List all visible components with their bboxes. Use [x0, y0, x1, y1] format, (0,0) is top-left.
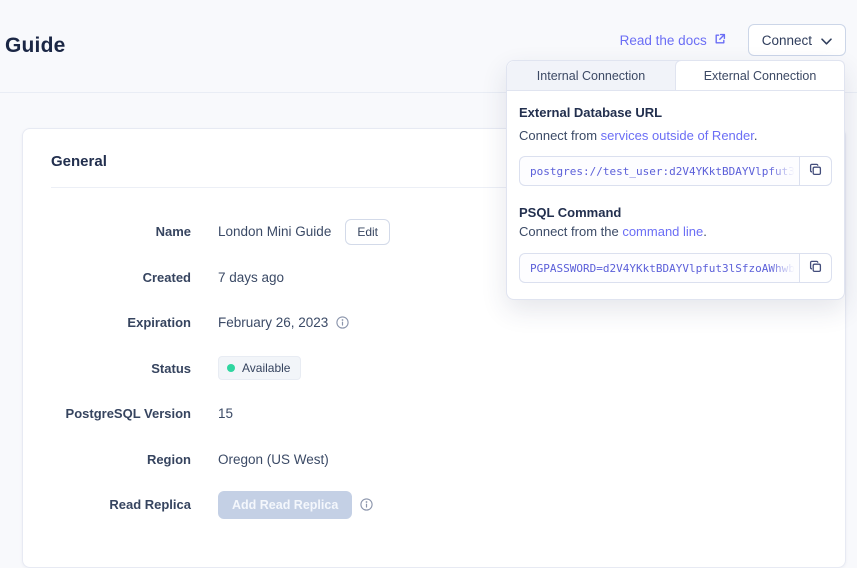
external-database-url-heading: External Database URL — [519, 105, 832, 120]
row-read-replica: Read Replica Add Read Replica — [23, 482, 845, 528]
chevron-down-icon — [821, 33, 832, 48]
tab-external-connection[interactable]: External Connection — [675, 60, 845, 90]
psql-command-input[interactable]: PGPASSWORD=d2V4YKktBDAYVlpfut3lSfzoAWhwb… — [519, 253, 799, 283]
region-label: Region — [51, 452, 191, 467]
read-replica-info-icon[interactable] — [360, 498, 373, 511]
status-badge-label: Available — [242, 361, 290, 375]
page-title: Guide — [5, 34, 66, 58]
psql-command-value: PGPASSWORD=d2V4YKktBDAYVlpfut3lSfzoAWhwb… — [530, 262, 799, 275]
command-line-link[interactable]: command line — [622, 224, 703, 239]
row-postgresql-version: PostgreSQL Version 15 — [23, 391, 845, 437]
add-read-replica-button[interactable]: Add Read Replica — [218, 491, 352, 519]
read-the-docs-link[interactable]: Read the docs — [620, 33, 726, 48]
status-available-dot-icon — [227, 364, 235, 372]
read-replica-label: Read Replica — [51, 497, 191, 512]
psql-desc-prefix: Connect from the — [519, 224, 622, 239]
external-database-url-field: postgres://test_user:d2V4YKktBDAYVlpfut3… — [519, 156, 832, 186]
external-database-url-desc: Connect from services outside of Render. — [519, 128, 832, 143]
services-outside-render-link[interactable]: services outside of Render — [601, 128, 754, 143]
psql-command-section: PSQL Command Connect from the command li… — [519, 205, 832, 283]
header-actions: Read the docs Connect — [620, 24, 846, 56]
external-link-icon — [714, 33, 726, 48]
expiration-info-icon[interactable] — [336, 316, 349, 329]
created-value: 7 days ago — [218, 270, 284, 285]
region-value: Oregon (US West) — [218, 452, 329, 467]
external-database-url-input[interactable]: postgres://test_user:d2V4YKktBDAYVlpfut3… — [519, 156, 799, 186]
psql-command-heading: PSQL Command — [519, 205, 832, 220]
postgresql-version-label: PostgreSQL Version — [51, 406, 191, 421]
external-desc-suffix: . — [754, 128, 758, 143]
copy-psql-command-button[interactable] — [799, 253, 832, 283]
read-the-docs-label: Read the docs — [620, 33, 707, 48]
psql-command-field: PGPASSWORD=d2V4YKktBDAYVlpfut3lSfzoAWhwb… — [519, 253, 832, 283]
psql-command-desc: Connect from the command line. — [519, 224, 832, 239]
row-expiration: Expiration February 26, 2023 — [23, 300, 845, 346]
connect-popover: Internal Connection External Connection … — [506, 60, 845, 300]
name-value: London Mini Guide — [218, 224, 331, 239]
tab-internal-connection[interactable]: Internal Connection — [507, 61, 675, 90]
external-database-url-value: postgres://test_user:d2V4YKktBDAYVlpfut3… — [530, 165, 799, 178]
code-fade — [769, 157, 799, 185]
created-label: Created — [51, 270, 191, 285]
status-label: Status — [51, 361, 191, 376]
external-database-url-section: External Database URL Connect from servi… — [519, 105, 832, 186]
connect-popover-content: External Database URL Connect from servi… — [507, 91, 844, 299]
psql-desc-suffix: . — [703, 224, 707, 239]
expiration-value: February 26, 2023 — [218, 315, 328, 330]
connection-tabs: Internal Connection External Connection — [507, 61, 844, 91]
copy-external-url-button[interactable] — [799, 156, 832, 186]
edit-name-button[interactable]: Edit — [345, 219, 390, 245]
code-fade — [769, 254, 799, 282]
copy-icon — [809, 260, 822, 276]
status-badge: Available — [218, 356, 301, 380]
row-status: Status Available — [23, 346, 845, 392]
copy-icon — [809, 163, 822, 179]
name-label: Name — [51, 224, 191, 239]
postgresql-version-value: 15 — [218, 406, 233, 421]
row-region: Region Oregon (US West) — [23, 437, 845, 483]
connect-button-label: Connect — [762, 33, 812, 48]
connect-button[interactable]: Connect — [748, 24, 846, 56]
expiration-label: Expiration — [51, 315, 191, 330]
external-desc-prefix: Connect from — [519, 128, 601, 143]
